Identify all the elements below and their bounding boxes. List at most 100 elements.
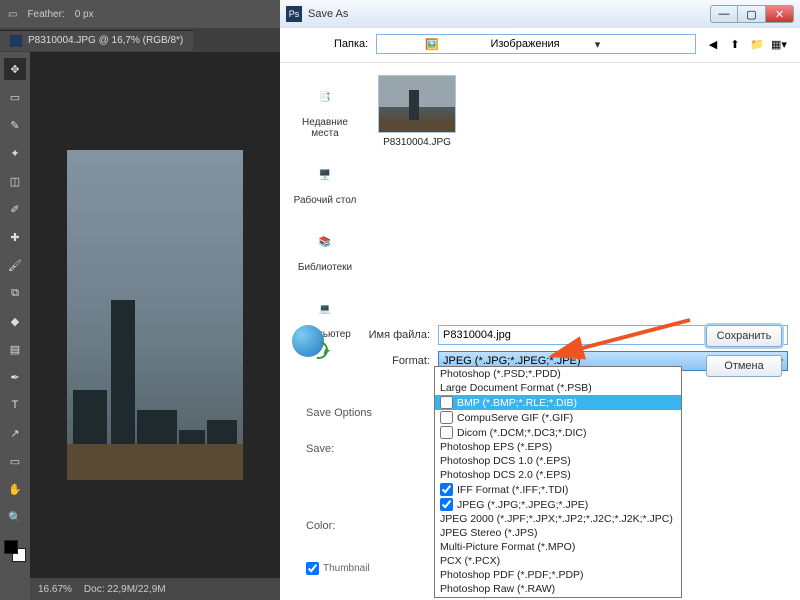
format-option-checkbox[interactable] — [440, 411, 453, 424]
up-icon[interactable]: ⬆ — [726, 35, 744, 53]
document-tab[interactable]: P8310004.JPG @ 16,7% (RGB/8*) — [0, 30, 193, 51]
format-option-label: JPEG (*.JPG;*.JPEG;*.JPE) — [457, 499, 588, 511]
shape-tool-icon[interactable]: ▭ — [4, 450, 26, 472]
format-option[interactable]: Photoshop DCS 2.0 (*.EPS) — [435, 468, 681, 482]
places-sidebar: 📑 Недавние места 🖥️ Рабочий стол 📚 Библи… — [280, 63, 370, 340]
filename-label: Имя файла: — [344, 329, 430, 341]
view-menu-icon[interactable]: ▦▾ — [770, 35, 788, 53]
dialog-title: Save As — [308, 8, 348, 20]
pictures-folder-icon: 🖼️ — [380, 35, 483, 53]
sidebar-item-libraries[interactable]: 📚 Библиотеки — [298, 226, 352, 273]
move-tool-icon[interactable]: ✥ — [4, 58, 26, 80]
format-option[interactable]: Large Document Format (*.PSB) — [435, 381, 681, 395]
sidebar-item-label: Рабочий стол — [294, 195, 357, 206]
stamp-tool-icon[interactable]: ⧉ — [4, 282, 26, 304]
format-option-label: Large Document Format (*.PSB) — [440, 382, 592, 394]
thumbnail-image — [378, 75, 456, 133]
eraser-tool-icon[interactable]: ◆ — [4, 310, 26, 332]
new-folder-icon[interactable]: 📁 — [748, 35, 766, 53]
wand-tool-icon[interactable]: ✦ — [4, 142, 26, 164]
format-option[interactable]: BMP (*.BMP;*.RLE;*.DIB) — [435, 395, 681, 410]
format-option[interactable]: Photoshop EPS (*.EPS) — [435, 440, 681, 454]
format-option[interactable]: JPEG Stereo (*.JPS) — [435, 526, 681, 540]
canvas[interactable] — [30, 52, 280, 578]
color-swatches[interactable] — [2, 538, 28, 564]
dialog-titlebar[interactable]: Ps Save As — ▢ ✕ — [280, 0, 800, 28]
computer-icon: 💻 — [309, 293, 341, 325]
file-list[interactable]: P8310004.JPG — [370, 63, 800, 340]
heal-tool-icon[interactable]: ✚ — [4, 226, 26, 248]
format-option[interactable]: Dicom (*.DCM;*.DC3;*.DIC) — [435, 425, 681, 440]
doc-size: Doc: 22,9M/22,9M — [84, 584, 166, 595]
feather-label: Feather: — [27, 9, 64, 20]
recent-icon: 📑 — [309, 81, 341, 113]
format-option[interactable]: PCX (*.PCX) — [435, 554, 681, 568]
folder-combobox[interactable]: 🖼️ Изображения ▾ — [376, 34, 696, 54]
format-option-label: Dicom (*.DCM;*.DC3;*.DIC) — [457, 427, 587, 439]
eyedropper-tool-icon[interactable]: ✐ — [4, 198, 26, 220]
format-option-label: Photoshop EPS (*.EPS) — [440, 441, 552, 453]
file-thumbnail[interactable]: P8310004.JPG — [378, 75, 456, 148]
format-option[interactable]: JPEG 2000 (*.JPF;*.JPX;*.JP2;*.J2C;*.J2K… — [435, 512, 681, 526]
format-option[interactable]: Pixar (*.PXR) — [435, 596, 681, 598]
lasso-tool-icon[interactable]: ✎ — [4, 114, 26, 136]
photoshop-window: ▭ Feather: 0 px P8310004.JPG @ 16,7% (RG… — [0, 0, 280, 600]
format-option[interactable]: Multi-Picture Format (*.MPO) — [435, 540, 681, 554]
format-option-label: Photoshop (*.PSD;*.PDD) — [440, 368, 561, 380]
format-option-checkbox[interactable] — [440, 426, 453, 439]
desktop-icon: 🖥️ — [309, 159, 341, 191]
thumbnail-label: P8310004.JPG — [378, 137, 456, 148]
zoom-level[interactable]: 16.67% — [38, 584, 72, 595]
format-option-checkbox[interactable] — [440, 483, 453, 496]
brush-tool-icon[interactable]: 🖌 — [4, 254, 26, 276]
document-tab-bar: P8310004.JPG @ 16,7% (RGB/8*) — [0, 28, 280, 52]
type-tool-icon[interactable]: T — [4, 394, 26, 416]
format-option-label: Photoshop DCS 1.0 (*.EPS) — [440, 455, 571, 467]
folder-label: Папка: — [334, 38, 368, 50]
format-option[interactable]: IFF Format (*.IFF;*.TDI) — [435, 482, 681, 497]
feather-value: 0 px — [75, 9, 94, 20]
format-option-label: Photoshop DCS 2.0 (*.EPS) — [440, 469, 571, 481]
format-option[interactable]: Photoshop PDF (*.PDF;*.PDP) — [435, 568, 681, 582]
ps-file-icon — [10, 35, 22, 47]
gradient-tool-icon[interactable]: ▤ — [4, 338, 26, 360]
chevron-down-icon[interactable]: ▾ — [590, 38, 695, 51]
save-button[interactable]: Сохранить — [706, 325, 782, 347]
format-option[interactable]: JPEG (*.JPG;*.JPEG;*.JPE) — [435, 497, 681, 512]
sidebar-item-label: Библиотеки — [298, 262, 352, 273]
format-option-label: Pixar (*.PXR) — [440, 597, 502, 598]
format-option[interactable]: Photoshop (*.PSD;*.PDD) — [435, 367, 681, 381]
crop-tool-icon[interactable]: ◫ — [4, 170, 26, 192]
format-option-label: IFF Format (*.IFF;*.TDI) — [457, 484, 568, 496]
format-option[interactable]: Photoshop DCS 1.0 (*.EPS) — [435, 454, 681, 468]
format-option-label: JPEG Stereo (*.JPS) — [440, 527, 537, 539]
path-tool-icon[interactable]: ↗ — [4, 422, 26, 444]
ps-icon: Ps — [286, 6, 302, 22]
folder-value: Изображения — [486, 38, 589, 50]
close-button[interactable]: ✕ — [766, 5, 794, 23]
sidebar-item-desktop[interactable]: 🖥️ Рабочий стол — [294, 159, 357, 206]
format-dropdown-list[interactable]: Photoshop (*.PSD;*.PDD) Large Document Fo… — [434, 366, 682, 598]
toolbar: ✥ ▭ ✎ ✦ ◫ ✐ ✚ 🖌 ⧉ ◆ ▤ ✒ T ↗ ▭ ✋ 🔍 — [0, 52, 30, 600]
cancel-button[interactable]: Отмена — [706, 355, 782, 377]
minimize-button[interactable]: — — [710, 5, 738, 23]
pen-tool-icon[interactable]: ✒ — [4, 366, 26, 388]
thumbnail-checkbox[interactable] — [306, 562, 319, 575]
libraries-icon: 📚 — [309, 226, 341, 258]
marquee-tool-icon[interactable]: ▭ — [4, 86, 26, 108]
hand-tool-icon[interactable]: ✋ — [4, 478, 26, 500]
sidebar-item-recent[interactable]: 📑 Недавние места — [302, 81, 348, 139]
format-option[interactable]: CompuServe GIF (*.GIF) — [435, 410, 681, 425]
color-label: Color: — [306, 502, 366, 532]
format-option[interactable]: Photoshop Raw (*.RAW) — [435, 582, 681, 596]
format-option-checkbox[interactable] — [440, 396, 453, 409]
format-option-checkbox[interactable] — [440, 498, 453, 511]
format-option-label: BMP (*.BMP;*.RLE;*.DIB) — [457, 397, 577, 409]
back-icon[interactable]: ◀ — [704, 35, 722, 53]
foreground-color[interactable] — [4, 540, 18, 554]
maximize-button[interactable]: ▢ — [738, 5, 766, 23]
format-option-label: PCX (*.PCX) — [440, 555, 500, 567]
zoom-tool-icon[interactable]: 🔍 — [4, 506, 26, 528]
format-option-label: Photoshop Raw (*.RAW) — [440, 583, 555, 595]
format-option-label: CompuServe GIF (*.GIF) — [457, 412, 573, 424]
